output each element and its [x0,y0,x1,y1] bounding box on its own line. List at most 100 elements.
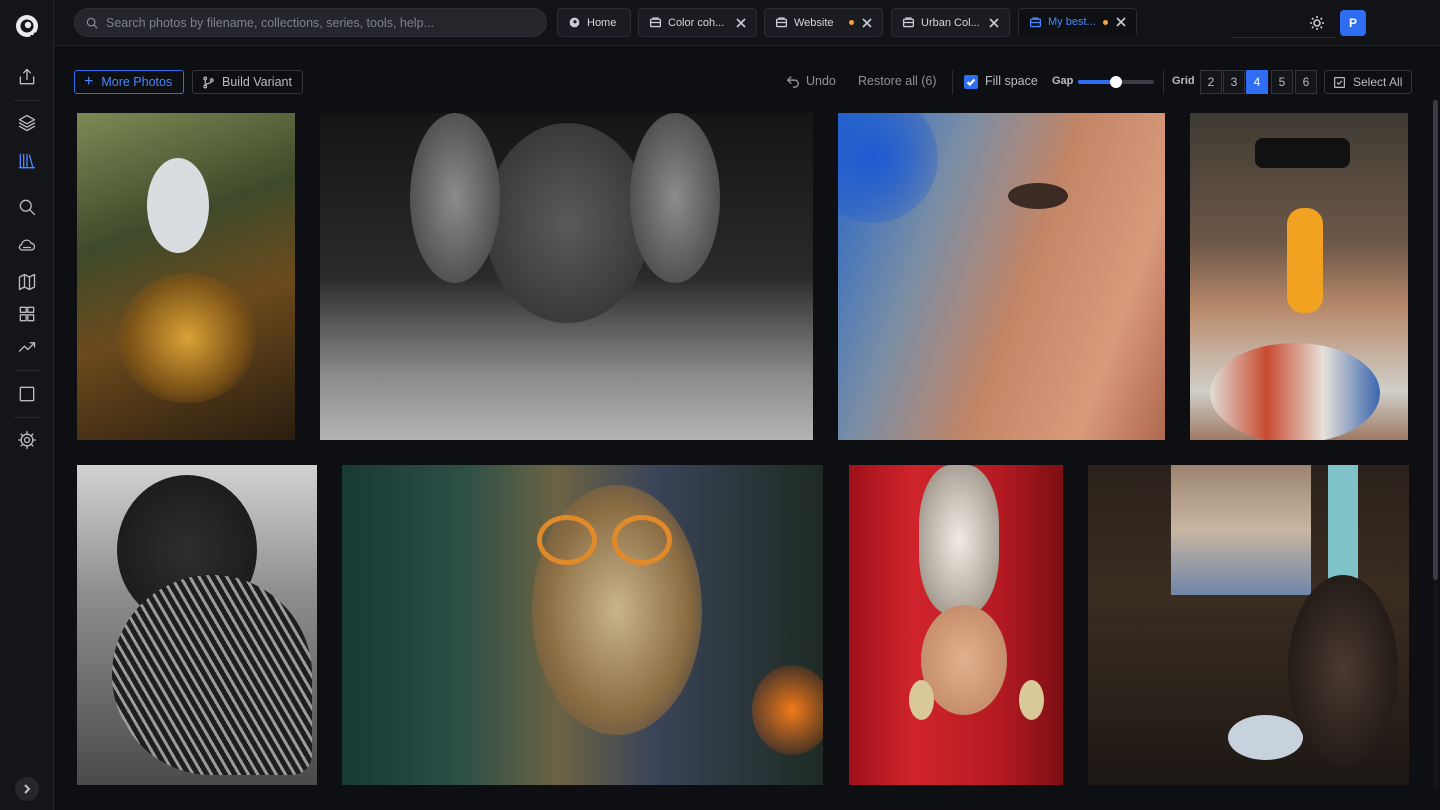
user-avatar[interactable]: P [1340,10,1366,36]
sidebar-divider [14,370,40,371]
sun-icon [1310,16,1324,30]
scrollbar-thumb[interactable] [1433,100,1438,580]
photo-detail [612,515,672,565]
select-all-label: Select All [1353,75,1403,89]
tab-label: Urban Col... [921,16,980,29]
map-icon[interactable] [15,270,39,294]
close-icon[interactable] [1116,17,1126,27]
tab-home[interactable]: Home [557,8,631,37]
search-icon [86,17,98,29]
undo-button[interactable]: Undo [786,74,836,88]
unsaved-dot [1103,19,1108,25]
photo-mona-lisa-collage[interactable] [77,113,295,440]
photo-detail [410,113,500,283]
more-photos-button[interactable]: + More Photos [74,70,184,94]
collection-icon [649,16,662,29]
trend-icon[interactable] [15,335,39,359]
tab-label: Home [587,16,617,29]
photo-detail [919,465,999,615]
tab-urban-col[interactable]: Urban Col... [891,8,1010,37]
tab-website[interactable]: Website [764,8,883,37]
cloud-icon[interactable] [15,233,39,257]
unsaved-dot [849,20,854,25]
palette-icon [568,16,581,29]
more-photos-label: More Photos [101,75,173,89]
select-all-button[interactable]: Select All [1324,70,1412,94]
photo-detail [1228,715,1303,760]
photo-detail [112,575,312,775]
sidebar [0,0,54,810]
grid-option-5[interactable]: 5 [1271,70,1293,94]
tab-label: My best... [1048,16,1096,28]
chevron-right-icon [24,784,31,794]
sidebar-divider [14,100,40,101]
sidebar-expand-button[interactable] [15,777,39,801]
photo-drag-queen-headdress[interactable] [849,465,1063,785]
search-input[interactable] [106,15,546,30]
undo-label: Undo [806,74,836,88]
photo-detail [1255,138,1350,168]
grid-option-2[interactable]: 2 [1200,70,1222,94]
restore-all-button[interactable]: Restore all (6) [858,74,937,88]
gap-slider-thumb[interactable] [1110,76,1122,88]
gap-slider[interactable] [1078,76,1154,88]
close-icon[interactable] [862,17,872,28]
build-variant-button[interactable]: Build Variant [192,70,303,94]
tab-label: Color coh... [668,16,725,29]
sidebar-divider [14,417,40,418]
photo-man-face-water[interactable] [838,113,1165,440]
photo-window-wine-scene[interactable] [1088,465,1409,785]
settings-icon[interactable] [15,428,39,452]
photo-girl-hands-face-bw[interactable] [320,113,813,440]
tab-label: Website [794,16,834,29]
tab-my-best[interactable]: My best... [1018,8,1137,37]
upload-icon[interactable] [15,65,39,89]
branch-icon [203,76,214,88]
photo-detail [1019,680,1044,720]
toolbar-divider [952,70,953,94]
square-icon[interactable] [15,382,39,406]
search-bar[interactable] [74,8,547,37]
library-icon[interactable] [15,149,39,173]
fill-space-checkbox[interactable] [964,75,978,89]
tab-strip-line [1232,37,1336,38]
fill-space-label: Fill space [985,74,1038,88]
grid-label: Grid [1172,75,1195,87]
photo-detail [838,113,938,223]
photo-detail [1008,183,1068,209]
toolbar-divider [1163,70,1164,94]
photo-woman-sunglasses-popsicle[interactable] [1190,113,1408,440]
undo-icon [786,76,799,88]
photo-detail [630,113,720,283]
layers-icon[interactable] [15,111,39,135]
theme-toggle-button[interactable] [1305,11,1329,35]
tab-color-coh[interactable]: Color coh... [638,8,757,37]
photo-detail [1171,465,1311,595]
app-logo-icon[interactable] [14,12,40,40]
plus-icon: + [84,73,94,90]
photo-detail [117,273,257,403]
grid-option-4[interactable]: 4 [1246,70,1268,94]
photo-detail [485,123,650,323]
photo-detail [1287,208,1323,313]
close-icon[interactable] [989,17,999,28]
build-variant-label: Build Variant [222,75,292,89]
photo-woman-orange-glasses[interactable] [342,465,823,785]
photo-woman-fan-bw[interactable] [77,465,317,785]
gap-label: Gap [1052,75,1074,87]
close-icon[interactable] [736,17,746,28]
photo-detail [909,680,934,720]
dashboard-icon[interactable] [15,302,39,326]
collection-icon [1029,16,1042,29]
photo-detail [537,515,597,565]
photo-detail [1288,575,1398,765]
grid-option-3[interactable]: 3 [1223,70,1245,94]
checkbox-icon [1334,76,1345,88]
collection-icon [902,16,915,29]
photo-detail [147,158,209,253]
photo-detail [752,665,823,755]
grid-option-6[interactable]: 6 [1295,70,1317,94]
check-icon [966,78,976,87]
collection-icon [775,16,788,29]
search-icon[interactable] [15,195,39,219]
